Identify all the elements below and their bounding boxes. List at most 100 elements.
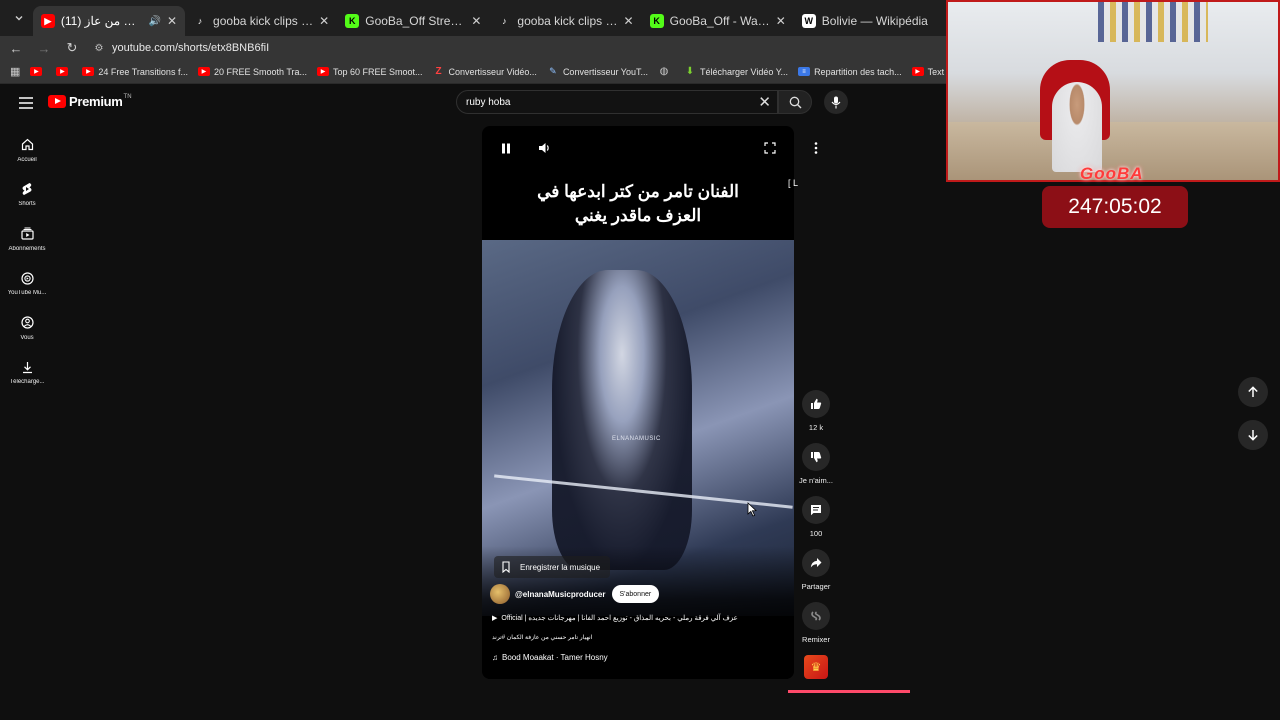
menu-icon[interactable] xyxy=(19,96,35,112)
url-field[interactable]: ⚙ youtube.com/shorts/etx8BNB6fiI xyxy=(92,38,946,58)
tab-search-chevron-icon[interactable] xyxy=(6,4,33,32)
bookmarks-bar: ▦ ▶ ▶ ▶ 24 Free Transitions f... ▶ 20 FREE… xyxy=(0,60,1011,84)
site-info-icon[interactable]: ⚙ xyxy=(92,41,106,55)
nav-item-subscriptions[interactable]: Abonnements xyxy=(0,217,54,262)
downloads-icon xyxy=(20,360,34,374)
save-music-button[interactable]: Enregistrer la musique xyxy=(494,556,611,578)
cellist-figure xyxy=(552,270,692,570)
bookmark[interactable]: ⬇ Télécharger Vidéo Y... xyxy=(684,66,788,77)
browser-tab-tiktok[interactable]: ♪ gooba kick clips | TikTok(+99) ✕ xyxy=(185,6,337,36)
speaker-icon[interactable]: 🔊 xyxy=(149,16,161,27)
remix-action[interactable]: Remixer xyxy=(796,602,836,655)
browser-tab-kick[interactable]: K GooBa_Off Stream - Watch Live ✕ xyxy=(337,6,489,36)
bookmark[interactable]: ◍ xyxy=(658,66,674,77)
close-tab-icon[interactable]: ✕ xyxy=(624,14,634,28)
close-tab-icon[interactable]: ✕ xyxy=(167,14,177,28)
comment-action[interactable]: 100 xyxy=(796,496,836,549)
tab-label: GooBa_Off - Watch clips on Kic xyxy=(669,14,770,28)
url-text: youtube.com/shorts/etx8BNB6fiI xyxy=(112,42,270,54)
video-description[interactable]: ▶ Official | عزف آلي فرقة رملي - بحريه ا… xyxy=(492,614,738,622)
stream-progress-bar xyxy=(788,690,910,693)
dislike-action[interactable]: Je n'aim... xyxy=(796,443,836,496)
shorts-icon xyxy=(20,182,34,196)
volume-button[interactable] xyxy=(534,138,554,158)
volume-icon xyxy=(538,143,549,153)
nav-item-label: Abonnements xyxy=(8,245,46,252)
more-options-button[interactable] xyxy=(806,138,826,158)
channel-avatar[interactable] xyxy=(490,584,510,604)
music-info[interactable]: ♫ Bood Moaakat · Tamer Hosny xyxy=(492,653,608,662)
previous-short-button[interactable] xyxy=(1238,377,1268,407)
bookmark-label: 24 Free Transitions f... xyxy=(98,66,188,77)
browser-tab-youtube[interactable]: ▶ (11) انهيار تامر حسني من عاز 🔊 ✕ xyxy=(32,6,186,36)
youtube-favicon-icon: ▶ xyxy=(317,67,329,76)
bookmark[interactable]: ≡ Repartition des tach... xyxy=(798,67,902,77)
dislike-icon[interactable] xyxy=(802,443,830,471)
streamer-webcam xyxy=(946,0,1280,182)
bookmark[interactable]: ▶ 24 Free Transitions f... xyxy=(82,67,188,77)
save-music-label: Enregistrer la musique xyxy=(520,562,601,572)
nav-item-downloads[interactable]: Télécharge... xyxy=(0,351,54,396)
apps-grid-icon[interactable]: ▦ xyxy=(10,65,20,78)
logo-text: Premium xyxy=(69,94,123,109)
browser-tab-wikipedia[interactable]: W Bolivie — Wikipédia xyxy=(794,6,946,36)
bookmark[interactable]: ▶ xyxy=(56,67,72,76)
bookmark[interactable]: Z Convertisseur Vidéo... xyxy=(433,66,536,77)
bookmark[interactable]: ▶ Top 60 FREE Smoot... xyxy=(317,67,423,77)
voice-search-button[interactable] xyxy=(824,90,848,114)
pause-button[interactable] xyxy=(496,138,516,158)
youtube-favicon-icon: ▶ xyxy=(911,67,924,76)
music-text: Bood Moaakat · Tamer Hosny xyxy=(502,653,608,662)
nav-item-home[interactable]: Accueil xyxy=(0,128,54,173)
youtube-favicon-icon: ▶ xyxy=(56,67,69,76)
sound-thumbnail[interactable]: ♛ xyxy=(804,655,828,679)
nav-item-label: Télécharge... xyxy=(9,379,45,386)
browser-tab-tiktok[interactable]: ♪ gooba kick clips | TikTok(+99) ✕ xyxy=(489,6,641,36)
bookmark[interactable]: ▶ xyxy=(30,67,46,76)
browser-tab-kick[interactable]: K GooBa_Off - Watch clips on Kic ✕ xyxy=(642,6,794,36)
back-arrow-icon[interactable]: ← xyxy=(4,36,28,60)
pause-icon xyxy=(502,143,510,153)
close-tab-icon[interactable]: ✕ xyxy=(319,14,329,28)
wikipedia-favicon-icon: W xyxy=(801,14,816,28)
home-icon xyxy=(20,138,34,152)
search-input[interactable]: ruby hoba ✕ xyxy=(456,90,778,114)
share-icon[interactable] xyxy=(802,549,830,577)
next-short-button[interactable] xyxy=(1238,420,1268,450)
video-caption: انهيار تامر حسني من عازفة الكمان #ترند xyxy=(492,635,593,641)
browser-tab-strip: ▶ (11) انهيار تامر حسني من عاز 🔊 ✕ ♪ goo… xyxy=(0,0,946,36)
bookmark-label: Convertisseur YouT... xyxy=(562,66,648,77)
globe-favicon-icon: ◍ xyxy=(659,66,669,77)
comment-icon[interactable] xyxy=(802,496,830,524)
close-tab-icon[interactable]: ✕ xyxy=(776,14,786,28)
bookmark[interactable]: ✎ Convertisseur YouT... xyxy=(547,66,648,77)
wall-banners xyxy=(1098,2,1208,42)
remix-icon[interactable] xyxy=(802,602,830,630)
search-icon xyxy=(789,96,801,108)
tab-label: GooBa_Off Stream - Watch Live xyxy=(365,14,466,28)
youtube-premium-logo[interactable]: Premium TN xyxy=(48,94,132,109)
nav-item-shorts[interactable]: Shorts xyxy=(0,173,54,218)
forward-arrow-icon[interactable]: → xyxy=(32,36,56,60)
bookmark[interactable]: ▶ 20 FREE Smooth Tra... xyxy=(197,67,307,77)
tab-label: gooba kick clips | TikTok(+99) xyxy=(213,14,313,28)
reload-icon[interactable]: ↻ xyxy=(60,36,84,60)
nav-item-youtube-music[interactable]: YouTube Mu... xyxy=(0,262,54,307)
mouse-cursor-icon xyxy=(747,502,757,517)
youtube-masthead: Premium TN ruby hoba ✕ xyxy=(0,84,946,120)
clear-search-icon[interactable]: ✕ xyxy=(758,93,771,111)
close-tab-icon[interactable]: ✕ xyxy=(471,14,481,28)
channel-handle[interactable]: @elnanaMusicproducer xyxy=(515,590,606,599)
nav-item-label: Vous xyxy=(20,334,34,341)
shorts-player[interactable]: ELNANAMUSIC الفنان تامر من كتر ابدعها في… xyxy=(482,126,794,679)
comment-count: 100 xyxy=(809,529,823,538)
share-action[interactable]: Partager xyxy=(796,549,836,602)
nav-item-you[interactable]: Vous xyxy=(0,306,54,351)
like-action[interactable]: 12 k xyxy=(796,390,836,443)
fullscreen-button[interactable] xyxy=(760,138,780,158)
subscribe-button[interactable]: S'abonner xyxy=(611,585,660,603)
search-button[interactable] xyxy=(778,90,812,114)
arrow-down-icon xyxy=(1248,430,1258,441)
like-icon[interactable] xyxy=(802,390,830,418)
channel-row: @elnanaMusicproducer S'abonner xyxy=(490,584,660,604)
